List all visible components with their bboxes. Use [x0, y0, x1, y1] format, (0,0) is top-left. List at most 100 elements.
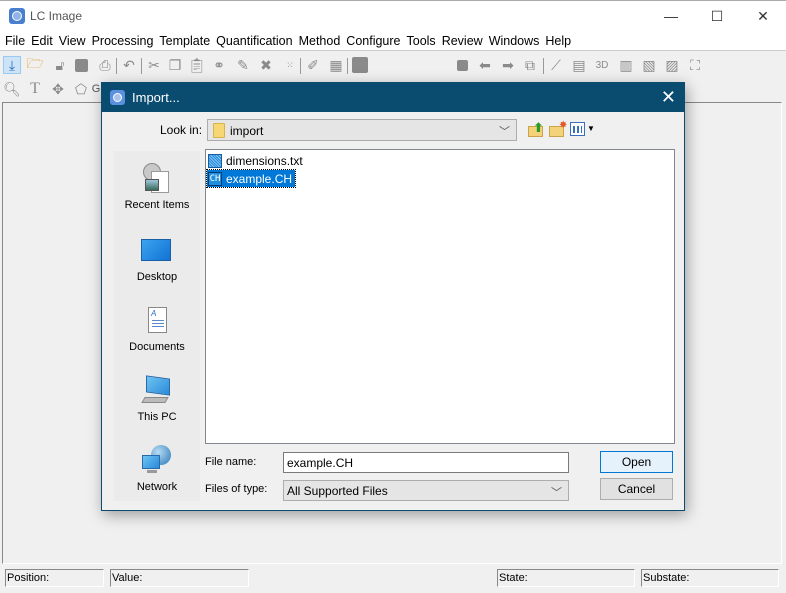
place-label: Recent Items	[124, 199, 190, 211]
status-substate: Substate:	[641, 569, 779, 587]
places-bar: Recent Items Desktop Documents This PC N…	[114, 151, 200, 501]
toolbar-separator	[347, 58, 348, 74]
main-toolbar: ⤓ 🗁 🔓︎ ⎙ ↶ ✂ ❐ 📋︎ ⚭ ✎ ✖ ⁙ ✐ ▦ Fit View ﹀…	[0, 52, 786, 128]
app-logo-icon	[9, 8, 25, 24]
brush-icon[interactable]: ✐	[304, 56, 322, 74]
menu-view[interactable]: View	[56, 31, 89, 51]
lasso-icon[interactable]: ✥	[49, 80, 67, 98]
file-name-label: File name:	[205, 456, 257, 468]
edit-pencil-icon[interactable]: ✎	[234, 56, 252, 74]
place-documents[interactable]: Documents	[114, 305, 200, 367]
layer-icon[interactable]: ▥	[617, 56, 635, 74]
app-titlebar: LC Image — ☐ ✕	[0, 0, 786, 31]
menu-processing[interactable]: Processing	[89, 31, 157, 51]
copy-icon[interactable]: ❐	[166, 56, 184, 74]
arrow-left-icon[interactable]: ⬅	[476, 56, 494, 74]
file-type-value: All Supported Files	[287, 484, 388, 498]
dialog-logo-icon	[110, 90, 125, 105]
close-button[interactable]: ✕	[740, 1, 786, 31]
table-icon[interactable]: ▤	[570, 56, 588, 74]
file-name: dimensions.txt	[226, 153, 303, 168]
minimize-button[interactable]: —	[648, 1, 694, 31]
undo-icon[interactable]: ↶	[120, 56, 138, 74]
cut-icon[interactable]: ✂	[145, 56, 163, 74]
ch-file-icon: CH	[208, 171, 222, 186]
menu-edit[interactable]: Edit	[28, 31, 56, 51]
file-name: example.CH	[226, 171, 293, 186]
look-in-label: Look in:	[160, 123, 203, 137]
maximize-button[interactable]: ☐	[694, 1, 740, 31]
import-dialog: Import... ✕ Look in: import ﹀ ⬆ ✸ ▼ Rece…	[101, 82, 685, 511]
file-name-input[interactable]	[283, 452, 569, 473]
status-value: Value:	[110, 569, 249, 587]
place-desktop[interactable]: Desktop	[114, 235, 200, 297]
grid-x-icon[interactable]: ⁙	[281, 56, 299, 74]
polygon-icon[interactable]: ⬠	[72, 80, 90, 98]
recent-items-icon	[141, 163, 173, 195]
toolbar-separator	[141, 58, 142, 74]
view-menu-icon[interactable]: ▼	[570, 121, 595, 138]
status-bar: Position: Value: State: Substate:	[0, 566, 786, 593]
this-pc-icon	[141, 375, 173, 407]
delete-icon[interactable]: ✖	[257, 56, 275, 74]
menu-quantification[interactable]: Quantification	[213, 31, 295, 51]
film-icon[interactable]: ⛶	[686, 56, 704, 74]
new-folder-icon[interactable]: ✸	[549, 120, 567, 138]
square-icon[interactable]	[351, 56, 369, 74]
place-label: This PC	[137, 411, 177, 423]
place-this-pc[interactable]: This PC	[114, 375, 200, 437]
toolbar-separator	[300, 58, 301, 74]
file-type-label: Files of type:	[205, 483, 268, 495]
look-in-value: import	[230, 124, 264, 138]
arrow-right-icon[interactable]: ➡	[499, 56, 517, 74]
menu-windows[interactable]: Windows	[486, 31, 543, 51]
text-file-icon	[208, 153, 222, 168]
toolbar-separator	[543, 58, 544, 74]
place-network[interactable]: Network	[114, 445, 200, 507]
file-item[interactable]: dimensions.txt	[207, 152, 306, 169]
search-icon[interactable]: 🔍︎	[3, 80, 21, 98]
cancel-button[interactable]: Cancel	[600, 478, 673, 500]
menu-tools[interactable]: Tools	[404, 31, 439, 51]
menu-template[interactable]: Template	[156, 31, 213, 51]
place-label: Documents	[129, 341, 185, 353]
menu-configure[interactable]: Configure	[343, 31, 403, 51]
network-icon	[141, 445, 173, 477]
sheet-icon[interactable]: ▨	[663, 56, 681, 74]
status-position: Position:	[5, 569, 104, 587]
folder-icon	[213, 123, 225, 138]
unlock-icon[interactable]: 🔓︎	[51, 56, 69, 74]
look-in-select[interactable]: import ﹀	[207, 119, 517, 141]
place-label: Desktop	[136, 271, 178, 283]
zoom-window-icon[interactable]: ⧉	[521, 56, 539, 74]
app-title: LC Image	[30, 9, 83, 23]
file-item-selected[interactable]: CH example.CH	[205, 169, 297, 188]
dialog-close-icon[interactable]: ✕	[661, 87, 676, 108]
up-folder-icon[interactable]: ⬆	[528, 120, 546, 138]
open-folder-icon[interactable]: 🗁	[26, 55, 44, 74]
3d-icon[interactable]: 3D	[593, 56, 611, 74]
paste-icon[interactable]: 📋︎	[188, 56, 206, 74]
dialog-titlebar: Import... ✕	[102, 83, 684, 112]
place-recent-items[interactable]: Recent Items	[114, 163, 200, 225]
menu-method[interactable]: Method	[296, 31, 344, 51]
documents-icon	[141, 305, 173, 337]
link-icon[interactable]: ⚭	[210, 56, 228, 74]
toolbar-separator	[116, 58, 117, 74]
menu-help[interactable]: Help	[542, 31, 574, 51]
stop-icon[interactable]	[453, 56, 471, 74]
menu-file[interactable]: File	[2, 31, 28, 51]
export-icon[interactable]: ▧	[640, 56, 658, 74]
chart-icon[interactable]: ⟋	[547, 56, 565, 74]
place-label: Network	[136, 481, 178, 493]
file-type-select[interactable]: All Supported Files ﹀	[283, 480, 569, 501]
import-icon[interactable]: ⤓	[3, 56, 21, 74]
text-icon[interactable]: T	[26, 80, 44, 98]
calculator-icon[interactable]: ▦	[327, 56, 345, 74]
print-icon[interactable]: ⎙	[96, 56, 114, 74]
open-button[interactable]: Open	[600, 451, 673, 473]
save-icon[interactable]	[72, 56, 90, 74]
menu-review[interactable]: Review	[439, 31, 486, 51]
chevron-down-icon: ﹀	[499, 126, 510, 138]
file-list[interactable]: dimensions.txt CH example.CH	[205, 149, 675, 444]
